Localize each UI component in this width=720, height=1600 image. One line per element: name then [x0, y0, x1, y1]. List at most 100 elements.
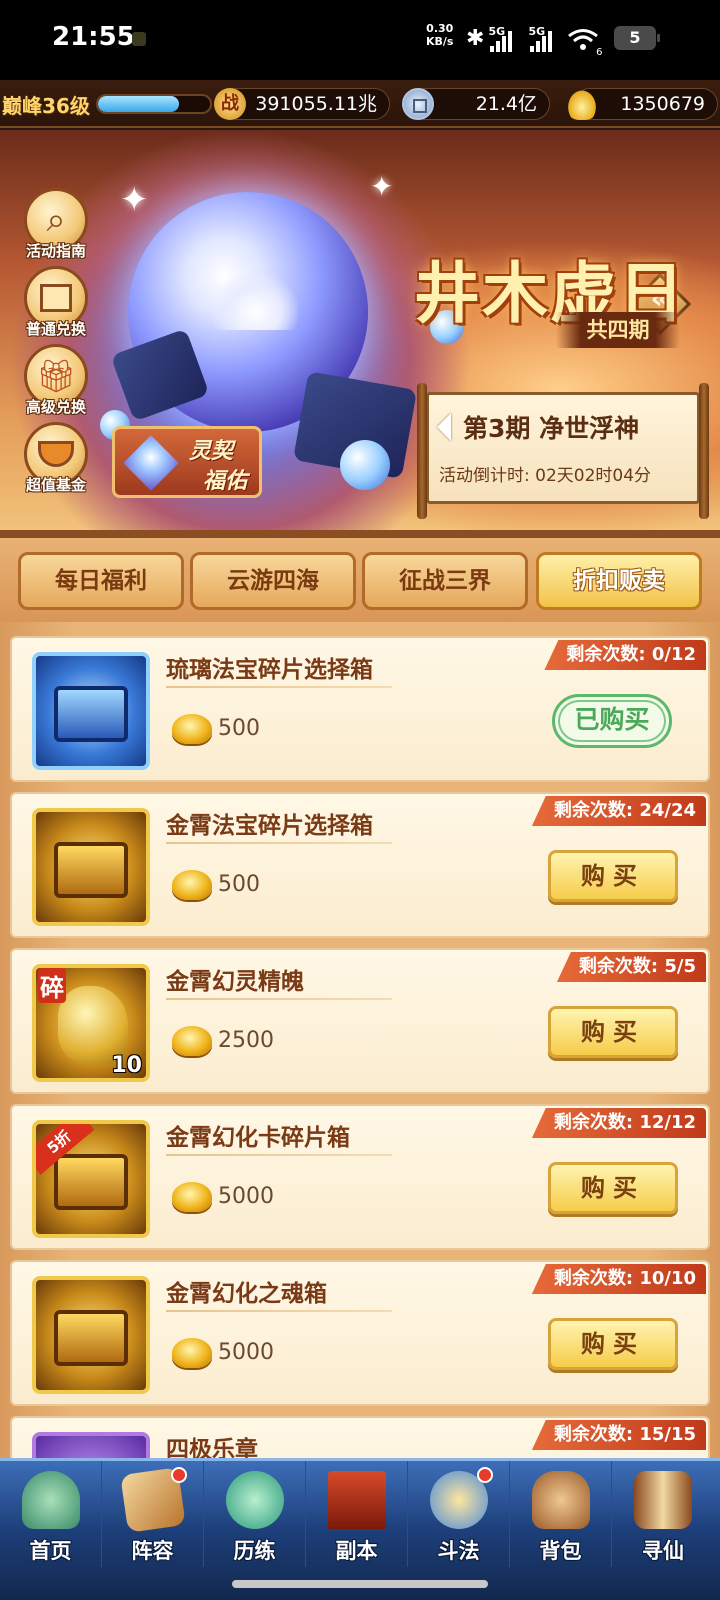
nav-bag[interactable]: 背包	[510, 1461, 612, 1567]
contract-blessing-label-2: 福佑	[203, 469, 248, 494]
nav-home[interactable]: 首页	[0, 1461, 102, 1567]
list-item: 琉璃法宝碎片选择箱 500 剩余次数: 0/12 已购买	[10, 636, 710, 782]
tab-discount-sale[interactable]: 折扣贩卖	[536, 552, 702, 610]
item-list[interactable]: 琉璃法宝碎片选择箱 500 剩余次数: 0/12 已购买 金霄法宝碎片选择箱 5…	[0, 622, 720, 1458]
nav-label: 副本	[335, 1539, 378, 1563]
gold-ingot-icon	[566, 88, 598, 120]
nav-label: 历练	[233, 1539, 276, 1563]
wifi-icon: 6	[568, 28, 602, 58]
item-icon[interactable]	[32, 1276, 150, 1394]
power-pill[interactable]: 391055.11兆	[222, 88, 390, 120]
side-button-guide[interactable]: ⌕ 活动指南	[18, 188, 94, 261]
side-button-label: 活动指南	[25, 242, 86, 260]
signal-2-label: 5G	[528, 25, 546, 38]
item-icon[interactable]: 碎 10	[32, 964, 150, 1082]
nav-lineup[interactable]: 阵容	[102, 1461, 204, 1567]
item-icon[interactable]	[32, 808, 150, 926]
divider	[166, 1310, 392, 1312]
item-icon[interactable]: 5折	[32, 1120, 150, 1238]
item-quantity: 10	[111, 1053, 142, 1078]
bought-stamp: 已购买	[552, 694, 672, 748]
nav-training[interactable]: 历练	[204, 1461, 306, 1567]
power-icon: 战	[214, 88, 246, 120]
fragment-badge: 碎	[38, 968, 66, 1003]
lotus-art	[210, 270, 300, 330]
item-name: 四极乐章	[166, 1437, 258, 1458]
buy-button[interactable]: 购买	[548, 1006, 678, 1058]
notification-dot	[171, 1467, 187, 1483]
notification-dot	[477, 1467, 493, 1483]
side-button-normal-exchange[interactable]: 普通兑换	[18, 266, 94, 339]
box-icon	[40, 284, 72, 312]
remaining-badge: 剩余次数: 24/24	[531, 796, 706, 826]
divider	[166, 998, 392, 1000]
item-name: 金霄幻灵精魄	[166, 969, 304, 995]
chest-icon	[54, 1154, 128, 1210]
network-speed: 0.30 KB/s	[426, 22, 453, 48]
sparkle-icon: ✦	[120, 180, 149, 220]
side-button-label: 超值基金	[25, 476, 86, 494]
gold-ingot-icon	[172, 1338, 212, 1368]
buy-button[interactable]: 购买	[548, 1162, 678, 1214]
bluetooth-icon: ✱	[466, 26, 485, 51]
chest-icon	[54, 1310, 128, 1366]
home-indicator[interactable]	[232, 1580, 488, 1588]
bubble-art	[340, 440, 390, 490]
exp-bar	[96, 94, 212, 114]
remaining-badge: 剩余次数: 15/15	[531, 1420, 706, 1450]
price-value: 500	[218, 872, 260, 897]
power-value: 391055.11兆	[255, 93, 377, 115]
temple-gate-icon	[328, 1471, 386, 1529]
nav-dungeon[interactable]: 副本	[306, 1461, 408, 1567]
signal-2-icon: 5G	[528, 25, 553, 52]
remaining-badge: 剩余次数: 0/12	[544, 640, 706, 670]
contract-blessing-button[interactable]: 灵契 福佑	[112, 426, 262, 498]
tab-daily-welfare[interactable]: 每日福利	[18, 552, 184, 610]
status-icons: ✱ 5G 5G 6	[466, 22, 602, 58]
gold-ingot-icon	[172, 870, 212, 900]
period-scroll: 第3期 净世浮神 活动倒计时: 02天02时04分	[417, 383, 709, 519]
bottom-nav: 首页 阵容 历练 副本 斗法 背包 寻仙	[0, 1458, 720, 1600]
tab-conquer-realms[interactable]: 征战三界	[362, 552, 528, 610]
remaining-badge: 剩余次数: 5/5	[556, 952, 706, 982]
list-item: 四极乐章 剩余次数: 15/15	[10, 1416, 710, 1458]
side-button-label: 高级兑换	[25, 398, 86, 416]
scroll-icon	[634, 1471, 692, 1529]
list-item: 5折 金霄幻化卡碎片箱 5000 剩余次数: 12/12 购买	[10, 1104, 710, 1250]
side-button-fund[interactable]: 超值基金	[18, 422, 94, 495]
divider	[166, 1154, 392, 1156]
buy-button[interactable]: 购买	[548, 850, 678, 902]
notification-icon	[132, 32, 146, 46]
countdown-text: 活动倒计时: 02天02时04分	[439, 466, 652, 486]
signal-1-label: 5G	[488, 25, 506, 38]
price-value: 5000	[218, 1184, 274, 1209]
player-level: 巅峰36级	[2, 94, 90, 118]
nav-label: 斗法	[437, 1539, 480, 1563]
gold-ingot-icon	[172, 1026, 212, 1056]
nav-label: 背包	[539, 1539, 582, 1563]
magnifier-icon: ⌕	[46, 200, 66, 240]
network-speed-unit: KB/s	[426, 35, 454, 48]
buy-button[interactable]: 购买	[548, 1318, 678, 1370]
price-value: 2500	[218, 1028, 274, 1053]
list-item: 碎 10 金霄幻灵精魄 2500 剩余次数: 5/5 购买	[10, 948, 710, 1094]
battery-icon: 5	[614, 26, 660, 50]
signal-1-icon: 5G	[488, 25, 513, 52]
item-icon[interactable]	[32, 1432, 150, 1458]
nav-label: 阵容	[131, 1539, 174, 1563]
nav-seek-immortal[interactable]: 寻仙	[612, 1461, 714, 1567]
remaining-badge: 剩余次数: 10/10	[531, 1264, 706, 1294]
tab-wander-seas[interactable]: 云游四海	[190, 552, 356, 610]
item-name: 金霄法宝碎片选择箱	[166, 813, 373, 839]
price-value: 5000	[218, 1340, 274, 1365]
contract-blessing-label-1: 灵契	[189, 439, 234, 464]
prev-period-arrow-icon[interactable]	[437, 413, 451, 441]
status-bar: 21:55 0.30 KB/s ✱ 5G 5G 6 5	[0, 0, 720, 80]
item-icon[interactable]	[32, 652, 150, 770]
remaining-badge: 剩余次数: 12/12	[531, 1108, 706, 1138]
nav-duel[interactable]: 斗法	[408, 1461, 510, 1567]
bag-icon	[532, 1471, 590, 1529]
side-button-advanced-exchange[interactable]: 🎁︎ 高级兑换	[18, 344, 94, 417]
side-button-label: 普通兑换	[25, 320, 86, 338]
list-item: 金霄法宝碎片选择箱 500 剩余次数: 24/24 购买	[10, 792, 710, 938]
